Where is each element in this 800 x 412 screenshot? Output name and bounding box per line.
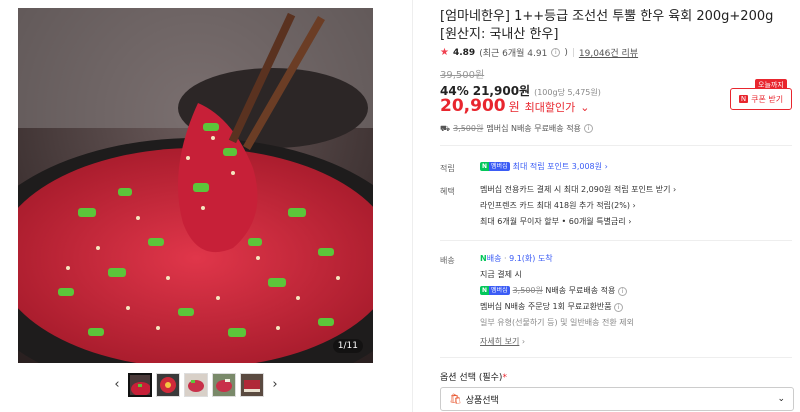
separator: | bbox=[571, 47, 575, 58]
thumbnail[interactable] bbox=[184, 373, 208, 397]
chevron-down-icon: ⌄ bbox=[777, 394, 785, 404]
image-counter: 1/11 bbox=[332, 339, 363, 353]
rating-score: 4.89 bbox=[452, 47, 476, 58]
delivery-info: N배송 · 9.1(화) 도착 지금 결제 시 N 멤버십 3,500원 N배송 무… bbox=[480, 251, 634, 350]
delivery-fee-row: N 멤버십 3,500원 N배송 무료배송 적용 i bbox=[480, 283, 634, 299]
info-icon[interactable]: i bbox=[583, 124, 593, 133]
perks-label: 혜택 bbox=[440, 187, 455, 196]
star-icon: ★ bbox=[440, 47, 449, 58]
membership-badge: N 멤버십 bbox=[480, 286, 510, 295]
review-count-link[interactable]: 19,046건 리뷰 bbox=[579, 46, 638, 59]
divider bbox=[440, 240, 792, 241]
best-price: 20,900 bbox=[440, 96, 506, 116]
more-details-link[interactable]: 자세히 보기 bbox=[480, 337, 519, 346]
exchange-text: 멤버십 N배송 주문당 1회 무료교환반품 i bbox=[480, 299, 634, 315]
info-icon[interactable]: i bbox=[614, 303, 624, 312]
shipping-row: ⛟ 3,500원 멤버십 N배송 무료배송 적용 i bbox=[440, 123, 593, 134]
product-title: [엄마네한우] 1++등급 조선선 투뿔 한우 육회 200g+200g [원산… bbox=[440, 9, 774, 42]
thumbnail-strip: ‹ › bbox=[110, 372, 282, 398]
thumbnail[interactable] bbox=[240, 373, 264, 397]
n-delivery-icon: N bbox=[480, 254, 487, 263]
rating-recent: (최근 6개월 4.91 bbox=[479, 49, 548, 59]
chevron-left-icon[interactable]: ‹ bbox=[110, 373, 124, 397]
option-select-text: 상품선택 bbox=[465, 395, 499, 406]
shipping-text: 멤버십 N배송 무료배송 적용 bbox=[486, 124, 581, 133]
info-icon[interactable]: i bbox=[617, 287, 627, 296]
perk-item[interactable]: 라인프렌즈 카드 최대 418원 추가 적립(2%) › bbox=[480, 198, 676, 214]
coupon-button-label: 쿠폰 받기 bbox=[751, 94, 784, 104]
points-row[interactable]: N 멤버십 최대 적립 포인트 3,008원 › bbox=[480, 159, 608, 175]
chevron-down-icon[interactable]: ⌄ bbox=[580, 101, 589, 114]
option-label: 옵션 선택 (필수)* bbox=[440, 373, 507, 383]
product-page: 1/11 ‹ › [엄마네한우] 1++등급 조선선 투뿔 한우 육회 200g… bbox=[0, 0, 800, 412]
points-text: 최대 적립 포인트 3,008원 bbox=[512, 162, 603, 171]
info-icon[interactable]: i bbox=[551, 48, 561, 57]
points-label: 적립 bbox=[440, 164, 455, 173]
arrival-date: 9.1(화) 도착 bbox=[509, 254, 553, 263]
thumbnail[interactable] bbox=[212, 373, 236, 397]
coupon-button[interactable]: N 쿠폰 받기 bbox=[730, 88, 792, 110]
delivery-label: 배송 bbox=[440, 256, 455, 265]
rating-row: ★ 4.89 (최근 6개월 4.91 i) | 19,046건 리뷰 bbox=[440, 46, 639, 59]
pay-now-text: 지금 결제 시 bbox=[480, 270, 522, 279]
required-mark: * bbox=[502, 373, 507, 383]
truck-icon: ⛟ bbox=[440, 123, 451, 133]
column-divider bbox=[412, 0, 413, 412]
divider bbox=[440, 145, 792, 146]
main-product-image[interactable]: 1/11 bbox=[18, 8, 373, 363]
original-price: 39,500원 bbox=[440, 70, 485, 81]
chevron-right-icon[interactable]: › bbox=[268, 373, 282, 397]
chevron-right-icon: › bbox=[604, 162, 608, 171]
coupon-icon: N bbox=[738, 95, 749, 103]
thumbnail[interactable] bbox=[156, 373, 180, 397]
delivery-arrival-row[interactable]: N배송 · 9.1(화) 도착 bbox=[480, 251, 634, 267]
perks-list: 멤버십 전용카드 결제 시 최대 2,090원 적립 포인트 받기 › 라인프렌… bbox=[480, 182, 676, 230]
option-select[interactable]: 🛍 상품선택 ⌄ bbox=[440, 387, 794, 411]
divider bbox=[440, 357, 792, 358]
perk-item[interactable]: 최대 6개월 무이자 할부 • 60개월 특별금리 › bbox=[480, 214, 676, 230]
delivery-note: 일부 유형(선물하기 등) 및 일반배송 전환 제외 bbox=[480, 318, 634, 327]
perk-item[interactable]: 멤버십 전용카드 결제 시 최대 2,090원 적립 포인트 받기 › bbox=[480, 182, 676, 198]
best-price-label: 최대할인가 bbox=[524, 101, 576, 114]
shopping-bag-icon: 🛍 bbox=[449, 393, 462, 405]
membership-badge: N 멤버십 bbox=[480, 162, 510, 171]
delivery-type: 배송 bbox=[486, 254, 502, 263]
thumbnail[interactable] bbox=[128, 373, 152, 397]
best-price-unit: 원 bbox=[508, 100, 520, 114]
shipping-original-fee: 3,500원 bbox=[453, 124, 484, 133]
more-details-row[interactable]: 자세히 보기 › bbox=[480, 334, 634, 350]
best-price-row[interactable]: 20,900 원 최대할인가 ⌄ bbox=[440, 96, 589, 116]
